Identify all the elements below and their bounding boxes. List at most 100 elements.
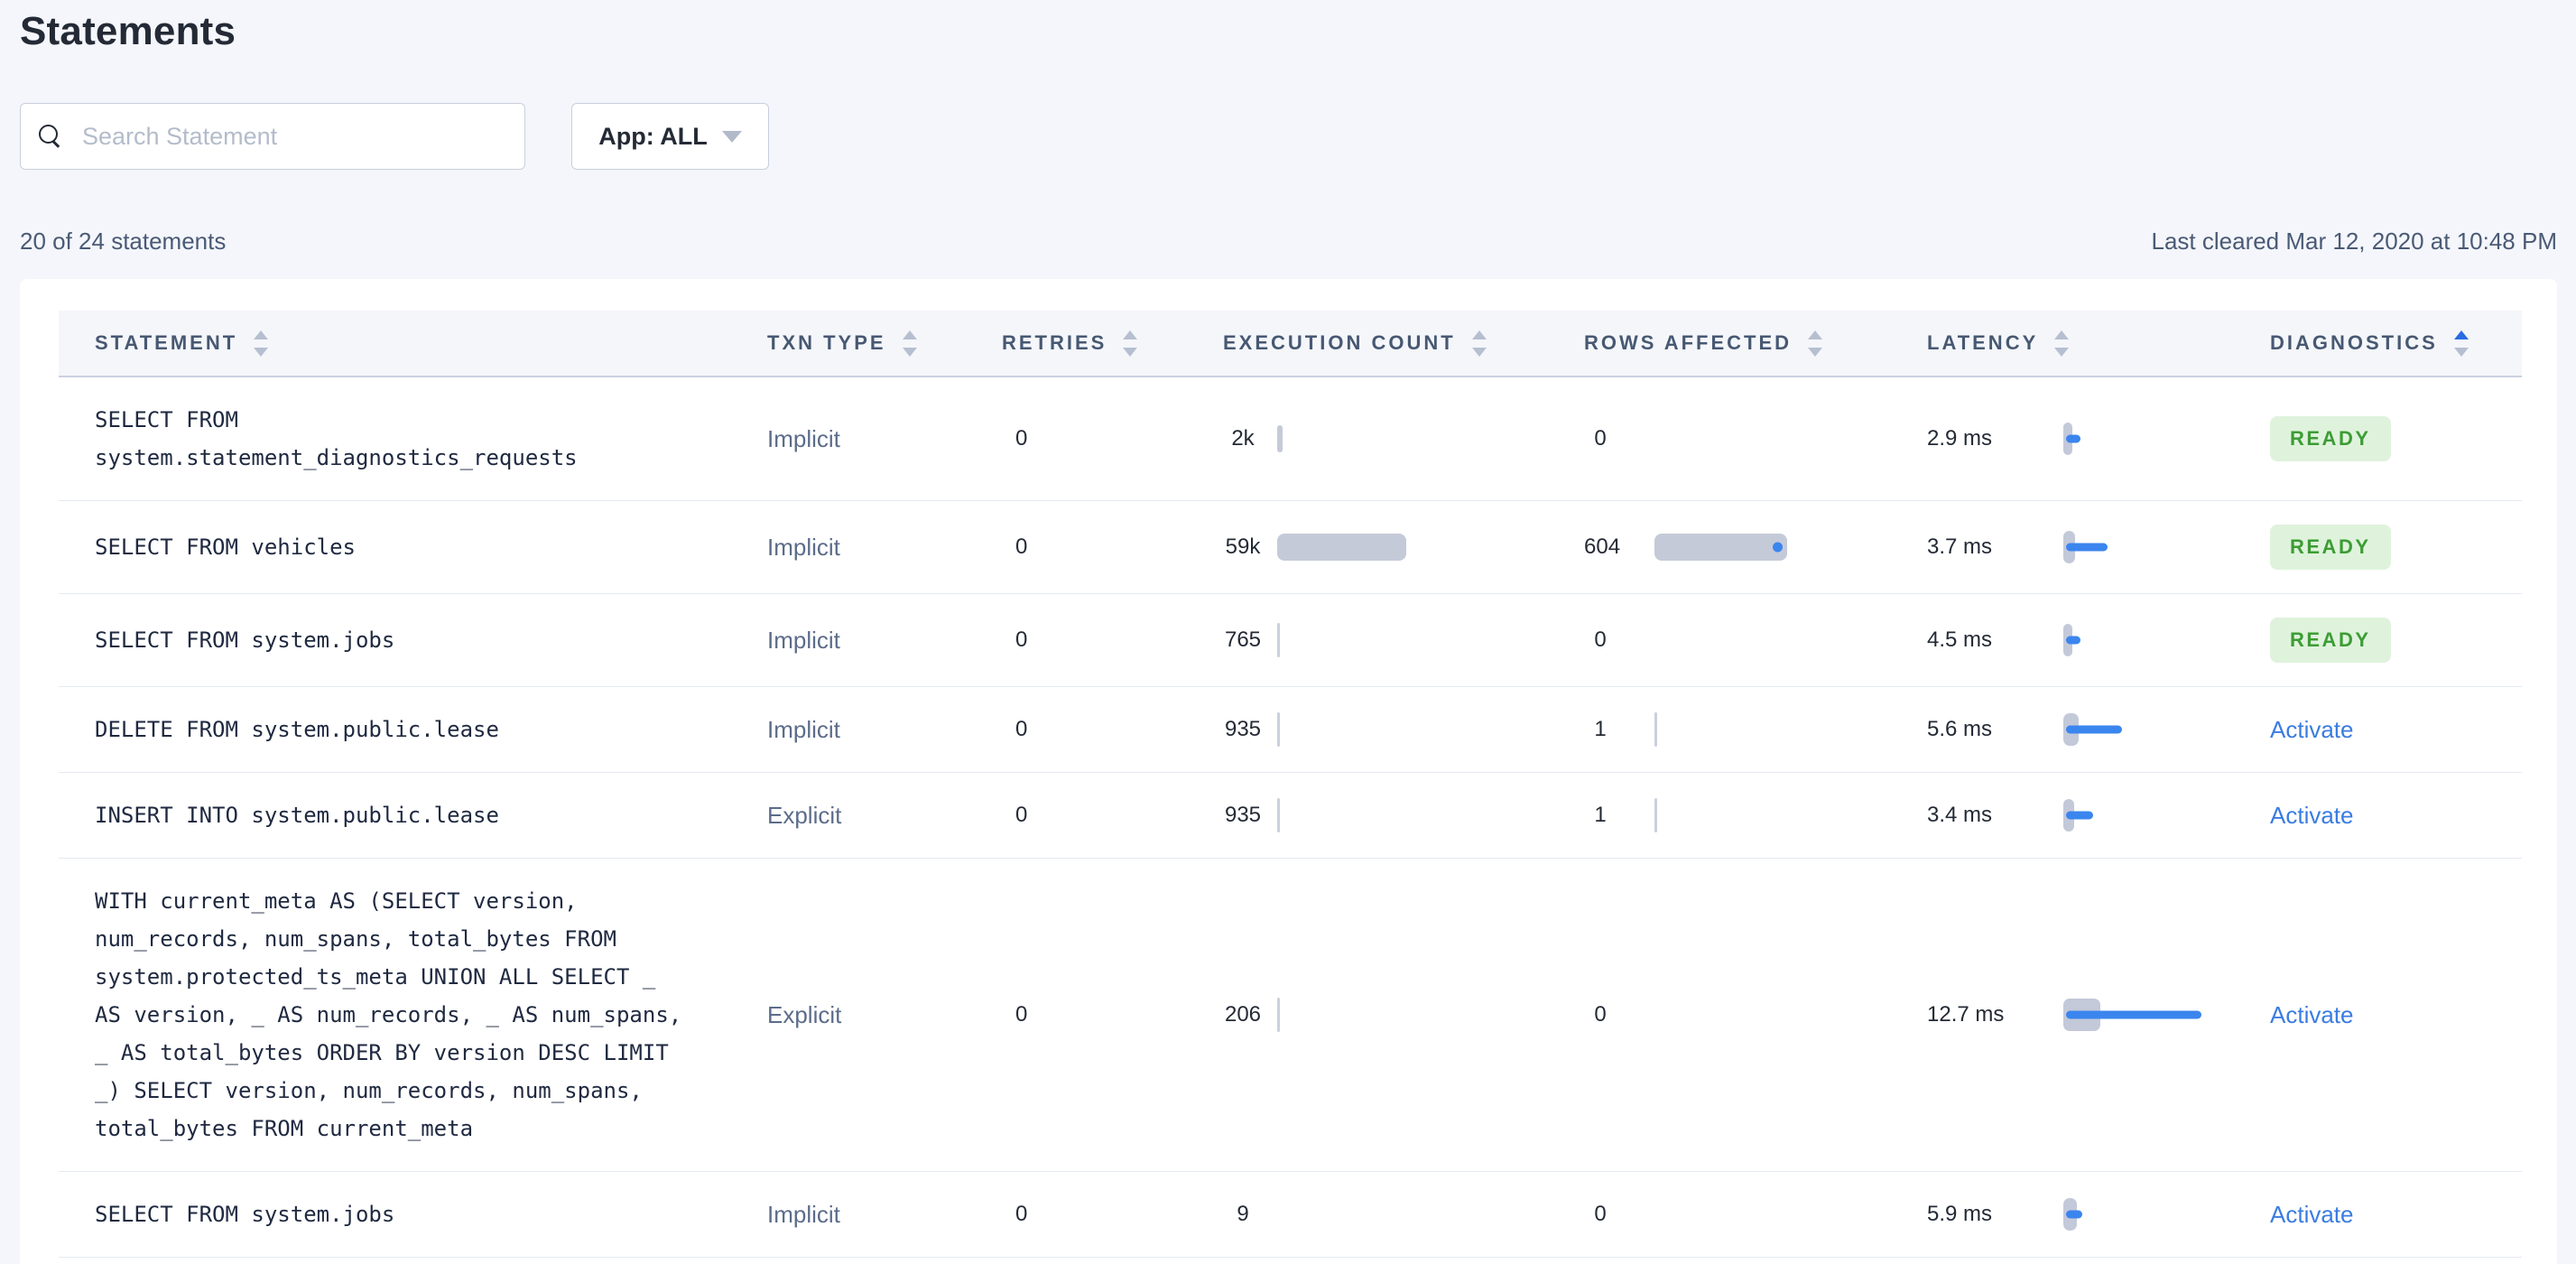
- app-filter-dropdown[interactable]: App: ALL: [571, 103, 769, 170]
- search-statement-box[interactable]: [20, 103, 525, 170]
- rows-affected-value: 1: [1594, 803, 1607, 827]
- sort-desc-icon: [1471, 347, 1487, 357]
- statement-link[interactable]: SELECT FROM system.jobs: [95, 1195, 690, 1233]
- latency-stddev-bar: [2066, 636, 2080, 645]
- statement-link[interactable]: INSERT INTO system.public.lease: [95, 796, 690, 834]
- column-header-rows-affected[interactable]: Rows Affected: [1584, 330, 1823, 357]
- rows-affected-value: 0: [1594, 627, 1607, 652]
- search-input[interactable]: [82, 122, 506, 151]
- column-header-label: Diagnostics: [2270, 331, 2438, 354]
- sort-desc-icon: [2054, 347, 2070, 357]
- column-header-label: Rows Affected: [1584, 331, 1793, 354]
- sort-desc-icon: [1808, 347, 1823, 357]
- statement-link[interactable]: SELECT FROM vehicles: [95, 528, 690, 566]
- execution-count-bar: [1277, 623, 1280, 657]
- rows-affected-value: 0: [1594, 1002, 1607, 1027]
- table-row: SELECT FROM system.jobs Implicit 0 9 0 5.9 ms…: [59, 1172, 2522, 1258]
- latency-value: 12.7 ms: [1927, 1002, 2005, 1027]
- latency-stddev-bar: [2066, 725, 2122, 734]
- column-header-diagnostics[interactable]: Diagnostics: [2270, 330, 2469, 357]
- sort-asc-icon: [2453, 330, 2469, 339]
- rows-affected-stddev-dot: [1773, 542, 1783, 553]
- retries-value: 0: [1015, 803, 1028, 827]
- table-row: INSERT INTO system.public.lease Explicit 0…: [59, 773, 2522, 859]
- sort-desc-icon: [254, 347, 269, 357]
- filter-controls: App: ALL: [20, 103, 2557, 170]
- execution-count-bar: [1277, 425, 1283, 452]
- table-row: DELETE FROM system.public.lease Implicit 0…: [59, 687, 2522, 773]
- sort-desc-icon: [2453, 347, 2469, 357]
- last-cleared-text: Last cleared Mar 12, 2020 at 10:48 PM: [2151, 228, 2558, 255]
- table-header-row: Statement Txn Type Retries Execution Count R…: [59, 311, 2522, 377]
- chevron-down-icon: [721, 130, 742, 143]
- sort-asc-icon: [1123, 330, 1138, 339]
- diagnostics-ready-badge: READY: [2270, 416, 2391, 461]
- statement-link[interactable]: DELETE FROM system.public.lease: [95, 711, 690, 748]
- execution-count-value: 2k: [1231, 426, 1255, 451]
- latency-value: 5.9 ms: [1927, 1202, 1993, 1226]
- sort-arrows-icon: [1808, 330, 1823, 357]
- rows-affected-bar: [1654, 712, 1657, 747]
- txn-type-value: Implicit: [767, 424, 840, 452]
- txn-type-value: Implicit: [767, 626, 840, 654]
- rows-affected-value: 604: [1584, 534, 1621, 559]
- column-header-label: Txn Type: [767, 331, 886, 354]
- statements-card: Statement Txn Type Retries Execution Count R…: [20, 279, 2557, 1264]
- statement-link[interactable]: WITH current_meta AS (SELECT version, nu…: [95, 882, 690, 1148]
- txn-type-value: Implicit: [767, 715, 840, 743]
- sort-asc-icon: [254, 330, 269, 339]
- sort-arrows-icon: [2054, 330, 2070, 357]
- sort-desc-icon: [902, 347, 917, 357]
- column-header-latency[interactable]: Latency: [1927, 330, 2070, 357]
- column-header-retries[interactable]: Retries: [1002, 330, 1138, 357]
- execution-count-value: 206: [1224, 1002, 1262, 1027]
- app-filter-label: App: ALL: [598, 122, 708, 150]
- statements-page: Statements App: ALL 20 of 24 statements …: [0, 0, 2576, 1264]
- table-row: INSERT INTO user_promo_codesImplicit0285…: [59, 1258, 2522, 1264]
- sort-asc-icon: [2054, 330, 2070, 339]
- statement-link[interactable]: SELECT FROM system.statement_diagnostics…: [95, 401, 690, 477]
- diagnostics-activate-link[interactable]: Activate: [2270, 1201, 2354, 1228]
- execution-count-value: 935: [1224, 717, 1262, 741]
- latency-value: 4.5 ms: [1927, 627, 1993, 652]
- diagnostics-activate-link[interactable]: Activate: [2270, 716, 2354, 743]
- retries-value: 0: [1015, 627, 1028, 652]
- execution-count-value: 59k: [1225, 534, 1261, 559]
- retries-value: 0: [1015, 1002, 1028, 1027]
- diagnostics-activate-link[interactable]: Activate: [2270, 1001, 2354, 1028]
- column-header-label: Latency: [1927, 331, 2039, 354]
- diagnostics-activate-link[interactable]: Activate: [2270, 802, 2354, 829]
- txn-type-value: Explicit: [767, 801, 842, 829]
- diagnostics-ready-badge: READY: [2270, 618, 2391, 663]
- execution-count-value: 935: [1224, 803, 1262, 827]
- table-row: SELECT FROM system.jobs Implicit 0 765 0 4.5 …: [59, 594, 2522, 687]
- latency-value: 3.7 ms: [1927, 534, 1993, 559]
- latency-stddev-bar: [2066, 1010, 2201, 1019]
- latency-value: 5.6 ms: [1927, 717, 1993, 741]
- summary-row: 20 of 24 statements Last cleared Mar 12,…: [20, 228, 2557, 256]
- execution-count-bar: [1277, 534, 1406, 561]
- statements-table: Statement Txn Type Retries Execution Count R…: [59, 311, 2522, 1264]
- txn-type-value: Implicit: [767, 1200, 840, 1228]
- txn-type-value: Implicit: [767, 533, 840, 561]
- sort-arrows-icon: [1123, 330, 1138, 357]
- statements-count: 20 of 24 statements: [20, 228, 227, 255]
- page-title: Statements: [20, 9, 236, 53]
- rows-affected-value: 0: [1594, 1202, 1607, 1226]
- sort-asc-icon: [1808, 330, 1823, 339]
- retries-value: 0: [1015, 534, 1028, 559]
- statement-link[interactable]: SELECT FROM system.jobs: [95, 621, 690, 659]
- latency-stddev-bar: [2066, 543, 2108, 552]
- column-header-txn-type[interactable]: Txn Type: [767, 330, 917, 357]
- sort-desc-icon: [1123, 347, 1138, 357]
- column-header-statement[interactable]: Statement: [95, 330, 269, 357]
- retries-value: 0: [1015, 426, 1028, 451]
- latency-value: 2.9 ms: [1927, 426, 1993, 451]
- sort-arrows-icon: [1471, 330, 1487, 357]
- retries-value: 0: [1015, 1202, 1028, 1226]
- column-header-execution-count[interactable]: Execution Count: [1223, 330, 1487, 357]
- sort-arrows-icon: [902, 330, 917, 357]
- latency-stddev-bar: [2066, 434, 2080, 443]
- latency-stddev-bar: [2066, 811, 2093, 820]
- sort-arrows-icon: [254, 330, 269, 357]
